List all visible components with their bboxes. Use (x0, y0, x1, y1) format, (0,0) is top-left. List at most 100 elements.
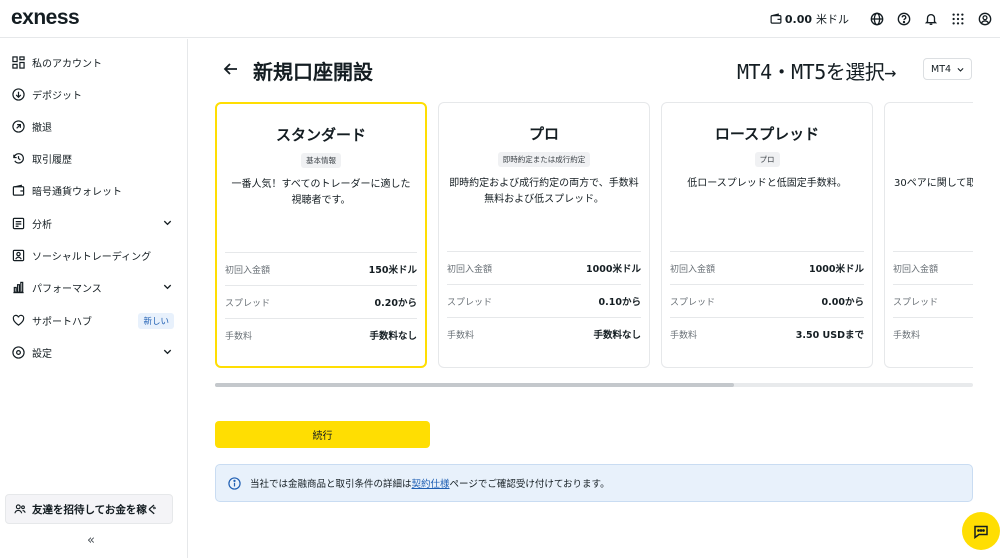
deposit-icon (12, 87, 25, 101)
row-label: 初回入金額 (670, 264, 716, 275)
invite-label: 友達を招待してお金を稼ぐ (32, 503, 158, 516)
sidebar-item-label: サポートハブ (32, 316, 92, 328)
card-tag: 基本情報 (301, 153, 341, 168)
card-row: 手数料 3.50 USDまで (670, 317, 864, 350)
platform-select-value: MT4 (931, 63, 952, 75)
sidebar-item-history[interactable]: 取引履歴 (0, 142, 187, 174)
card-tag: プロ (754, 152, 780, 167)
balance-display[interactable]: 0.00 米ドル (770, 11, 849, 27)
carousel-scrollbar[interactable] (215, 383, 973, 387)
row-value: 1000米ドル (809, 264, 864, 275)
card-description: 即時約定および成行約定の両方で、手数料無料および低スプレッド。 (449, 178, 639, 205)
scrollbar-thumb[interactable] (215, 383, 734, 387)
row-label: スプレッド (447, 297, 493, 308)
card-description: 30ペアに関して取引 (894, 178, 973, 189)
new-badge: 新しい (138, 313, 174, 329)
sidebar-item-social-trading[interactable]: ソーシャルトレーディング (0, 239, 187, 271)
exness-logo[interactable]: exness (11, 6, 80, 30)
platform-select[interactable]: MT4 (923, 58, 972, 80)
card-row: 初回入金額 1000米ドル (447, 251, 641, 284)
sidebar-item-analytics[interactable]: 分析 (0, 207, 187, 239)
apps-grid-icon (951, 13, 964, 25)
row-label: 手数料 (893, 330, 921, 341)
card-row: スプレッド 0.20から (225, 285, 417, 318)
analytics-icon (12, 217, 25, 230)
globe-icon (870, 12, 883, 26)
card-tag: 即時約定または成行約定 (497, 152, 591, 167)
row-value: 手数料なし (593, 330, 641, 341)
sidebar-item-crypto-wallet[interactable]: 暗号通貨ウォレット (0, 174, 187, 206)
info-banner: 当社では金融商品と取引条件の詳細は契約仕様ページでご確認受け付けております。 (215, 464, 973, 502)
card-row: 初回入金額 1000米ドル (670, 251, 864, 284)
contract-specs-link[interactable]: 契約仕様 (412, 479, 450, 490)
help-icon (897, 12, 910, 26)
chevron-down-icon (163, 284, 172, 290)
card-row: 初回入金額 (893, 251, 973, 284)
users-icon (14, 504, 26, 514)
card-description: 低ロースプレッドと低固定手数料。 (687, 178, 847, 189)
account-circle-icon (978, 12, 991, 26)
chevron-down-icon (163, 349, 172, 355)
top-bar: exness 0.00 米ドル (0, 0, 1000, 38)
sidebar-item-settings[interactable]: 設定 (0, 336, 187, 368)
account-card-partial[interactable]: 30ペアに関して取引 初回入金額 スプレッド 手数料 (884, 102, 973, 368)
chat-button[interactable] (962, 512, 1000, 550)
card-row: スプレッド 0.00から (670, 284, 864, 317)
card-row: 初回入金額 150米ドル (225, 252, 417, 285)
social-trading-icon (12, 249, 25, 262)
sidebar-item-support-hub[interactable]: サポートハブ 新しい (0, 304, 187, 336)
invite-friends-button[interactable]: 友達を招待してお金を稼ぐ (5, 494, 173, 524)
sidebar-item-label: ソーシャルトレーディング (32, 251, 152, 263)
card-description: 一番人気！すべてのトレーダーに適した視聴者です。 (231, 179, 411, 206)
account-card-pro[interactable]: プロ 即時約定または成行約定 即時約定および成行約定の両方で、手数料無料および低… (438, 102, 650, 368)
account-card-standard[interactable]: スタンダード 基本情報 一番人気！すべてのトレーダーに適した視聴者です。 初回入… (215, 102, 427, 368)
row-value: 1000米ドル (586, 264, 641, 275)
help-button[interactable] (890, 0, 917, 38)
row-label: 手数料 (225, 331, 253, 342)
row-value: 3.50 USDまで (795, 330, 864, 341)
account-type-carousel: スタンダード 基本情報 一番人気！すべてのトレーダーに適した視聴者です。 初回入… (215, 102, 973, 370)
account-button[interactable] (971, 0, 998, 38)
account-card-raw-spread[interactable]: ロースプレッド プロ 低ロースプレッドと低固定手数料。 初回入金額 1000米ドル… (661, 102, 873, 368)
continue-button[interactable]: 続行 (215, 421, 430, 448)
wallet-icon (770, 13, 782, 24)
platform-select-hint: MT4・MT5を選択→ (737, 60, 896, 84)
sidebar-item-label: 私のアカウント (32, 58, 102, 70)
chat-icon (974, 525, 988, 539)
row-value: 0.10から (598, 297, 641, 308)
notifications-button[interactable] (917, 0, 944, 38)
grid-icon (12, 55, 25, 69)
card-row: 手数料 (893, 317, 973, 350)
sidebar-item-label: 設定 (32, 348, 52, 360)
card-title: スタンダード (275, 126, 366, 144)
row-label: スプレッド (893, 297, 939, 308)
sidebar-item-withdraw[interactable]: 撤退 (0, 110, 187, 142)
card-row: スプレッド (893, 284, 973, 317)
card-title: ロースプレッド (714, 125, 820, 143)
apps-button[interactable] (944, 0, 971, 38)
bell-icon (924, 13, 937, 25)
chevron-down-icon (957, 68, 964, 72)
language-button[interactable] (863, 0, 890, 38)
info-text-suffix: ページでご確認受け付けております。 (449, 479, 610, 490)
sidebar-item-deposit[interactable]: デポジット (0, 78, 187, 110)
performance-chart-icon (12, 281, 25, 294)
sidebar-item-performance[interactable]: パフォーマンス (0, 271, 187, 303)
sidebar-item-my-account[interactable]: 私のアカウント (0, 46, 187, 78)
row-label: スプレッド (225, 298, 271, 309)
card-row: 手数料 手数料なし (225, 318, 417, 351)
info-text: 当社では金融商品と取引条件の詳細は契約仕様ページでご確認受け付けております。 (250, 476, 610, 490)
row-label: スプレッド (670, 297, 716, 308)
collapse-sidebar-button[interactable]: « (87, 533, 103, 549)
back-arrow-icon[interactable] (222, 60, 240, 78)
info-text-prefix: 当社では金融商品と取引条件の詳細は (250, 479, 412, 490)
balance-amount: 0.00 (784, 12, 812, 26)
chevron-down-icon (163, 220, 172, 226)
withdraw-icon (12, 119, 25, 133)
row-value: 0.20から (374, 298, 417, 309)
sidebar: 私のアカウント デポジット 撤退 取引履歴 暗号通貨ウォレット 分析 ソーシャル… (0, 39, 188, 558)
sidebar-item-label: 取引履歴 (32, 154, 72, 166)
sidebar-item-label: 分析 (32, 219, 52, 231)
sidebar-item-label: 暗号通貨ウォレット (32, 186, 122, 198)
settings-icon (12, 345, 25, 359)
